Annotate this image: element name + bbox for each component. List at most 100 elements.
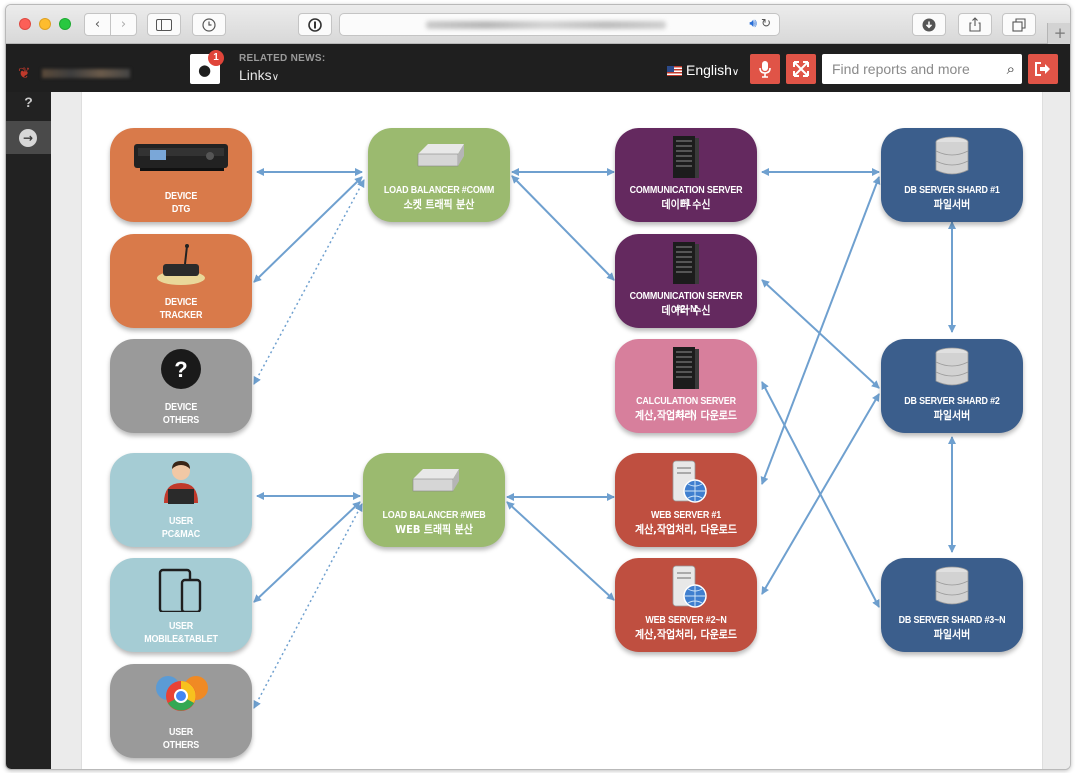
speaker-icon[interactable]: 🔊︎ — [749, 16, 757, 30]
arrow-right-icon: → — [19, 129, 37, 147]
node-device-tracker[interactable]: DEVICE TRACKER — [110, 234, 252, 328]
help-button[interactable]: ? — [6, 92, 51, 116]
expand-rail-button[interactable]: → — [6, 121, 51, 154]
db-shard-2-subtitle: 파일서버 — [933, 409, 971, 422]
links-dropdown[interactable]: Links∨ — [239, 67, 279, 83]
node-device-others[interactable]: ? DEVICE OTHERS — [110, 339, 252, 433]
server-rack-icon — [673, 136, 699, 178]
node-web-server-1[interactable]: WEB SERVER #1 계산,작업처리, 다운로드 — [615, 453, 757, 547]
device-others-title: DEVICE — [164, 401, 198, 413]
db-shard-2-title: DB SERVER SHARD #2 — [904, 395, 1000, 407]
share-button[interactable] — [958, 13, 992, 36]
node-comm-server-1[interactable]: COMMUNICATION SERVER #1 데이터 수신 — [615, 128, 757, 222]
user-pc-subtitle: PC&MAC — [161, 528, 201, 540]
db-shard-1-subtitle: 파일서버 — [933, 198, 971, 211]
node-db-shard-2[interactable]: DB SERVER SHARD #2 파일서버 — [881, 339, 1023, 433]
web-server-2-subtitle: 계산,작업처리, 다운로드 — [634, 628, 738, 641]
db-shard-3-subtitle: 파일서버 — [933, 628, 971, 641]
load-balancer-icon — [412, 469, 459, 492]
load-balancer-icon — [417, 144, 464, 167]
plus-icon: + — [1053, 24, 1067, 42]
address-bar[interactable]: 🔊︎ ↻ — [339, 13, 780, 36]
blurred-url — [426, 21, 666, 29]
news-count-badge: 1 — [208, 50, 224, 66]
user-others-title: USER — [168, 726, 194, 738]
architecture-diagram: DEVICE DTG DEVICE TRACKER ? DEVICE OTHER… — [82, 92, 1044, 769]
node-user-mobile[interactable]: USER MOBILE&TABLET — [110, 558, 252, 652]
close-window-button[interactable] — [19, 18, 31, 30]
chevron-down-icon: ∨ — [731, 67, 740, 78]
app-header: ❦ ● 1 RELATED NEWS: Links∨ English∨ ⌕ — [6, 44, 1070, 92]
web-server-1-title: WEB SERVER #1 — [650, 509, 722, 521]
arrow-lbcomm-comm2 — [511, 175, 615, 281]
web-server-globe-icon — [672, 565, 707, 608]
lb-web-subtitle: WEB 트래픽 분산 — [395, 523, 473, 536]
node-db-shard-3[interactable]: DB SERVER SHARD #3~N 파일서버 — [881, 558, 1023, 652]
language-selector[interactable]: English∨ — [667, 62, 739, 78]
arrow-comm2-db2 — [761, 279, 880, 389]
search-input[interactable] — [822, 54, 992, 84]
web-server-1-subtitle: 계산,작업처리, 다운로드 — [634, 523, 738, 536]
database-icon — [935, 347, 969, 386]
node-device-dtg[interactable]: DEVICE DTG — [110, 128, 252, 222]
left-rail: ? → — [6, 92, 51, 769]
device-dtg-title: DEVICE — [164, 190, 198, 202]
db-shard-3-title: DB SERVER SHARD #3~N — [898, 614, 1006, 626]
gps-tracker-icon — [157, 244, 205, 285]
database-icon — [935, 136, 969, 175]
question-icon: ? — [161, 349, 201, 389]
calc-server-subtitle: 계산,작업처리, 다운로드 — [634, 409, 738, 422]
logout-button[interactable] — [1028, 54, 1058, 84]
report-search: ⌕ — [822, 54, 1022, 84]
fullscreen-button[interactable] — [786, 54, 816, 84]
microphone-icon — [759, 61, 771, 78]
tab-overview-button[interactable] — [1002, 13, 1036, 36]
sidebar-button[interactable] — [147, 13, 181, 36]
web-server-2-title: WEB SERVER #2~N — [645, 614, 727, 626]
node-user-others[interactable]: USER OTHERS — [110, 664, 252, 758]
downloads-button[interactable] — [912, 13, 946, 36]
node-calc-server[interactable]: CALCULATION SERVER #1~N 계산,작업처리, 다운로드 — [615, 339, 757, 433]
user-mobile-subtitle: MOBILE&TABLET — [144, 633, 218, 645]
content-area: DEVICE DTG DEVICE TRACKER ? DEVICE OTHER… — [51, 92, 1070, 769]
reload-icon[interactable]: ↻ — [761, 16, 771, 30]
arrow-mobile-lbweb — [253, 501, 361, 603]
browser-window: ‹ › 🔊︎ ↻ + ❦ ● 1 RELATED NEWS: Links∨ En… — [5, 4, 1071, 770]
sidebar-icon — [156, 19, 172, 31]
person-icon: ● — [198, 61, 212, 79]
privacy-button[interactable] — [298, 13, 332, 36]
search-icon[interactable]: ⌕ — [1007, 60, 1015, 78]
links-label: Links — [239, 67, 272, 83]
user-pc-title: USER — [168, 515, 194, 527]
arrow-lbweb-web2 — [506, 501, 615, 601]
forward-button[interactable]: › — [110, 13, 137, 36]
node-web-server-2[interactable]: WEB SERVER #2~N 계산,작업처리, 다운로드 — [615, 558, 757, 652]
lb-comm-title: LOAD BALANCER #COMM — [383, 184, 495, 196]
zoom-window-button[interactable] — [59, 18, 71, 30]
lb-comm-subtitle: 소켓 트래픽 분산 — [403, 198, 475, 211]
browser-logos-icon — [156, 676, 208, 711]
minimize-window-button[interactable] — [39, 18, 51, 30]
blurred-brand-name — [42, 69, 130, 78]
device-others-subtitle: OTHERS — [162, 414, 200, 426]
comm-server-2-subtitle: 데이터 수신 — [661, 304, 711, 317]
tabs-icon — [1012, 18, 1026, 32]
node-user-pc[interactable]: USER PC&MAC — [110, 453, 252, 547]
voice-search-button[interactable] — [750, 54, 780, 84]
node-lb-comm[interactable]: LOAD BALANCER #COMM 소켓 트래픽 분산 — [368, 128, 510, 222]
user-computer-icon — [164, 461, 198, 504]
user-mobile-title: USER — [168, 620, 194, 632]
node-comm-server-2[interactable]: COMMUNICATION SERVER #2~N 데이터 수신 — [615, 234, 757, 328]
node-lb-web[interactable]: LOAD BALANCER #WEB WEB 트래픽 분산 — [363, 453, 505, 547]
history-button[interactable] — [192, 13, 226, 36]
new-tab-button[interactable]: + — [1047, 23, 1070, 44]
device-tracker-subtitle: TRACKER — [159, 309, 203, 321]
brand-logo[interactable]: ❦ — [18, 64, 130, 82]
node-db-shard-1[interactable]: DB SERVER SHARD #1 파일서버 — [881, 128, 1023, 222]
back-button[interactable]: ‹ — [84, 13, 111, 36]
chevron-right-icon: › — [120, 17, 127, 32]
database-icon — [935, 566, 969, 605]
arrow-userothers-lbweb — [253, 503, 363, 709]
sign-out-icon — [1035, 62, 1050, 76]
related-news-label: RELATED NEWS: — [239, 53, 326, 64]
